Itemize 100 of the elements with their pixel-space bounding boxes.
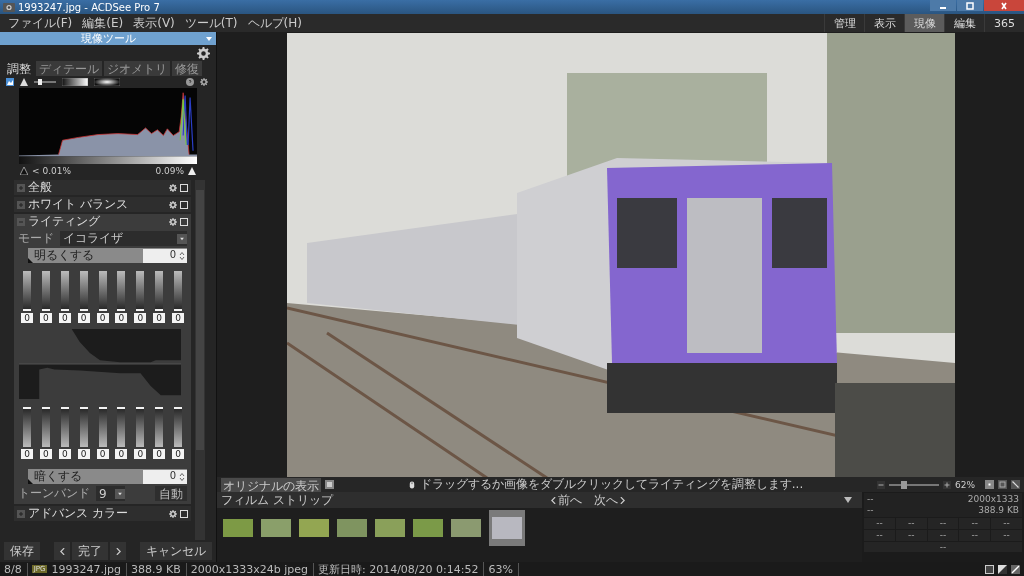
value-field[interactable]: 0 (143, 469, 179, 484)
minimize-button[interactable] (930, 0, 956, 11)
band-value[interactable]: 0 (115, 449, 128, 459)
vertical-slider[interactable] (23, 271, 31, 311)
vertical-slider[interactable] (117, 271, 126, 311)
expand-diagonal-icon[interactable] (1011, 480, 1020, 489)
gradient-icon[interactable] (94, 78, 120, 86)
vertical-slider[interactable] (41, 271, 50, 311)
next-button[interactable] (110, 542, 126, 560)
band-value[interactable]: 0 (21, 449, 33, 459)
thumbnail[interactable] (489, 510, 525, 546)
vertical-slider[interactable] (23, 407, 31, 447)
slider-thumb[interactable] (901, 480, 907, 489)
settings-icon[interactable] (169, 183, 177, 192)
next-link[interactable]: 次へ (594, 491, 619, 509)
band-value[interactable]: 0 (21, 313, 33, 323)
menu-item[interactable]: 編集(E) (82, 14, 124, 32)
vertical-slider[interactable] (117, 407, 126, 447)
previous-link[interactable]: 前へ (558, 491, 583, 509)
panel-tab[interactable]: ジオメトリ (104, 61, 170, 76)
done-button[interactable]: 完了 (72, 542, 108, 560)
vertical-slider[interactable] (79, 271, 88, 311)
panel-tab[interactable]: 修復 (172, 61, 202, 76)
maximize-button[interactable] (957, 0, 983, 11)
menu-item[interactable]: ファイル(F) (8, 14, 73, 32)
auto-button[interactable]: 自動 (155, 486, 187, 501)
warning-icon[interactable] (188, 167, 196, 175)
settings-icon[interactable] (169, 200, 177, 209)
band-value[interactable]: 0 (58, 313, 71, 323)
darken-slider[interactable]: 暗くする 0 (28, 469, 187, 484)
brighten-slider[interactable]: 明るくする 0 (28, 248, 187, 263)
spinner-icon[interactable] (179, 248, 187, 263)
vertical-slider[interactable] (98, 271, 107, 311)
square-icon[interactable] (180, 217, 188, 226)
band-value[interactable]: 0 (39, 313, 52, 323)
zoom-in-icon[interactable] (943, 480, 951, 489)
zoom-value[interactable]: 62% (955, 479, 981, 490)
cancel-button[interactable]: キャンセル (140, 542, 212, 560)
square-icon[interactable] (180, 509, 188, 518)
settings-icon[interactable] (197, 46, 210, 60)
section-header[interactable]: 全般 (14, 180, 191, 195)
section-header[interactable]: ライティング (14, 214, 191, 229)
slider-thumb[interactable] (28, 479, 33, 484)
mode-dropdown[interactable]: イコライザ (60, 231, 187, 246)
fit-icon[interactable] (998, 480, 1007, 489)
tone-band-dropdown[interactable]: 9 (96, 486, 125, 501)
previous-button[interactable] (54, 542, 70, 560)
zoom-out-icon[interactable] (877, 480, 885, 489)
band-value[interactable]: 0 (39, 449, 52, 459)
warning-icon[interactable] (20, 78, 28, 86)
vertical-slider[interactable] (155, 271, 164, 311)
vertical-slider[interactable] (136, 407, 145, 447)
band-value[interactable]: 0 (77, 313, 90, 323)
warning-icon[interactable] (20, 167, 28, 175)
band-value[interactable]: 0 (134, 313, 147, 323)
help-icon[interactable] (186, 78, 194, 86)
section-header[interactable]: ホワイト バランス (14, 197, 191, 212)
square-icon[interactable] (985, 564, 994, 574)
vertical-slider[interactable] (60, 271, 69, 311)
slider-thumb[interactable] (28, 258, 33, 263)
band-value[interactable]: 0 (96, 449, 109, 459)
vertical-slider[interactable] (155, 407, 164, 447)
settings-icon[interactable] (169, 217, 177, 226)
save-button[interactable]: 保存 (4, 542, 40, 560)
band-value[interactable]: 0 (58, 449, 71, 459)
spinner-icon[interactable] (179, 469, 187, 484)
gradient-icon[interactable] (62, 78, 88, 86)
band-value[interactable]: 0 (115, 313, 128, 323)
section-header[interactable]: アドバンス カラー (14, 506, 191, 521)
show-original-button[interactable]: オリジナルの表示 (221, 477, 321, 492)
vertical-slider[interactable] (98, 407, 107, 447)
chevron-left-icon[interactable] (551, 496, 557, 504)
band-value[interactable]: 0 (134, 449, 147, 459)
vertical-slider[interactable] (174, 407, 182, 447)
menu-item[interactable]: 表示(V) (133, 14, 175, 32)
vertical-slider[interactable] (174, 271, 182, 311)
vertical-slider[interactable] (60, 407, 69, 447)
vertical-slider[interactable] (79, 407, 88, 447)
vertical-slider[interactable] (41, 407, 50, 447)
square-icon[interactable] (180, 183, 188, 192)
scrollbar[interactable] (195, 180, 205, 540)
mode-tab[interactable]: 現像 (904, 14, 944, 32)
band-value[interactable]: 0 (96, 313, 109, 323)
band-value[interactable]: 0 (153, 313, 166, 323)
menu-item[interactable]: ツール(T) (184, 14, 238, 32)
band-value[interactable]: 0 (172, 313, 184, 323)
panel-tab[interactable]: 調整 (4, 61, 34, 76)
menu-item[interactable]: ヘルプ(H) (247, 14, 302, 32)
split-view-icon[interactable] (998, 564, 1007, 574)
settings-icon[interactable] (200, 78, 208, 86)
diagonal-icon[interactable] (1011, 564, 1020, 574)
band-value[interactable]: 0 (172, 449, 184, 459)
histogram-icon[interactable] (6, 78, 14, 86)
slider-icon[interactable] (34, 78, 56, 86)
close-button[interactable] (984, 0, 1024, 11)
band-value[interactable]: 0 (153, 449, 166, 459)
band-value[interactable]: 0 (77, 449, 90, 459)
square-icon[interactable] (180, 200, 188, 209)
chevron-right-icon[interactable] (620, 496, 626, 504)
dropdown-arrow-icon[interactable] (844, 496, 852, 504)
